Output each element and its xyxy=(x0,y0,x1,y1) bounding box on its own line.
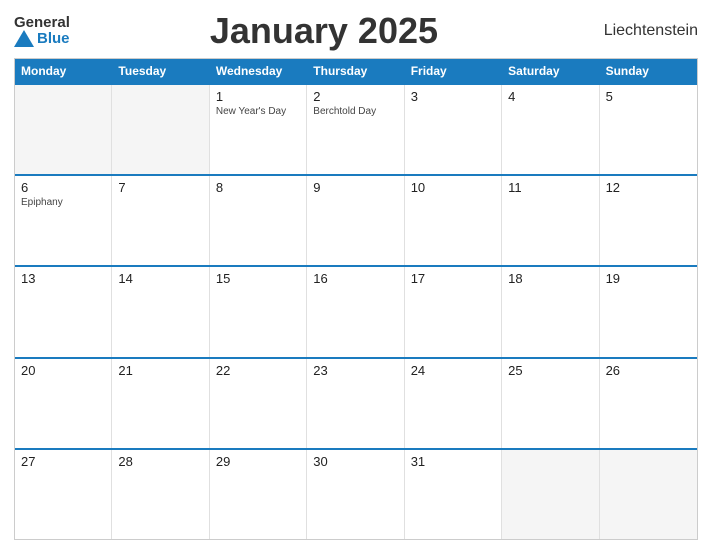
cal-cell: 1 New Year's Day xyxy=(210,85,307,174)
cal-week: 20 21 22 23 24 25 26 xyxy=(15,357,697,448)
day-number: 12 xyxy=(606,180,691,195)
day-number: 30 xyxy=(313,454,397,469)
cal-cell: 18 xyxy=(502,267,599,356)
cal-cell: 31 xyxy=(405,450,502,539)
cal-header-cell: Monday xyxy=(15,59,112,83)
cal-cell: 12 xyxy=(600,176,697,265)
day-number: 9 xyxy=(313,180,397,195)
day-event: Berchtold Day xyxy=(313,106,397,117)
calendar-header-row: MondayTuesdayWednesdayThursdayFridaySatu… xyxy=(15,59,697,83)
cal-header-cell: Friday xyxy=(405,59,502,83)
day-number: 4 xyxy=(508,89,592,104)
cal-cell: 15 xyxy=(210,267,307,356)
cal-cell: 16 xyxy=(307,267,404,356)
day-number: 6 xyxy=(21,180,105,195)
day-number: 15 xyxy=(216,271,300,286)
cal-cell: 30 xyxy=(307,450,404,539)
cal-cell: 27 xyxy=(15,450,112,539)
cal-cell xyxy=(112,85,209,174)
country-label: Liechtenstein xyxy=(578,22,698,40)
cal-cell xyxy=(502,450,599,539)
cal-cell: 14 xyxy=(112,267,209,356)
cal-header-cell: Thursday xyxy=(307,59,404,83)
cal-cell: 13 xyxy=(15,267,112,356)
day-number: 31 xyxy=(411,454,495,469)
day-number: 27 xyxy=(21,454,105,469)
cal-cell: 26 xyxy=(600,359,697,448)
cal-cell: 29 xyxy=(210,450,307,539)
day-number: 16 xyxy=(313,271,397,286)
cal-cell: 9 xyxy=(307,176,404,265)
cal-week: 13 14 15 16 17 18 19 xyxy=(15,265,697,356)
logo: General Blue xyxy=(14,15,70,47)
day-number: 1 xyxy=(216,89,300,104)
day-number: 2 xyxy=(313,89,397,104)
day-number: 13 xyxy=(21,271,105,286)
cal-cell: 25 xyxy=(502,359,599,448)
cal-cell: 3 xyxy=(405,85,502,174)
cal-header-cell: Sunday xyxy=(600,59,697,83)
day-number: 18 xyxy=(508,271,592,286)
cal-cell: 28 xyxy=(112,450,209,539)
cal-cell xyxy=(600,450,697,539)
day-number: 11 xyxy=(508,180,592,195)
day-number: 8 xyxy=(216,180,300,195)
day-number: 21 xyxy=(118,363,202,378)
day-number: 25 xyxy=(508,363,592,378)
calendar-body: 1 New Year's Day 2 Berchtold Day 345 6 Epiphan… xyxy=(15,83,697,539)
cal-cell: 6 Epiphany xyxy=(15,176,112,265)
day-number: 10 xyxy=(411,180,495,195)
cal-cell: 7 xyxy=(112,176,209,265)
day-number: 20 xyxy=(21,363,105,378)
cal-cell: 22 xyxy=(210,359,307,448)
cal-cell: 23 xyxy=(307,359,404,448)
calendar: MondayTuesdayWednesdayThursdayFridaySatu… xyxy=(14,58,698,540)
cal-cell: 19 xyxy=(600,267,697,356)
cal-cell: 10 xyxy=(405,176,502,265)
day-event: Epiphany xyxy=(21,197,105,208)
cal-cell: 5 xyxy=(600,85,697,174)
day-number: 23 xyxy=(313,363,397,378)
cal-cell: 17 xyxy=(405,267,502,356)
cal-header-cell: Tuesday xyxy=(112,59,209,83)
day-number: 14 xyxy=(118,271,202,286)
cal-header-cell: Wednesday xyxy=(210,59,307,83)
logo-blue-row: Blue xyxy=(14,30,70,47)
day-number: 5 xyxy=(606,89,691,104)
cal-week: 1 New Year's Day 2 Berchtold Day 345 xyxy=(15,83,697,174)
day-event: New Year's Day xyxy=(216,106,300,117)
day-number: 17 xyxy=(411,271,495,286)
logo-triangle-icon xyxy=(14,30,34,47)
day-number: 7 xyxy=(118,180,202,195)
cal-cell: 8 xyxy=(210,176,307,265)
calendar-title: January 2025 xyxy=(70,10,578,52)
cal-cell: 24 xyxy=(405,359,502,448)
cal-header-cell: Saturday xyxy=(502,59,599,83)
cal-week: 6 Epiphany 789 10 11 12 xyxy=(15,174,697,265)
day-number: 29 xyxy=(216,454,300,469)
day-number: 22 xyxy=(216,363,300,378)
cal-week: 27 28 29 30 31 xyxy=(15,448,697,539)
day-number: 26 xyxy=(606,363,691,378)
page: General Blue January 2025 Liechtenstein … xyxy=(0,0,712,550)
cal-cell: 2 Berchtold Day xyxy=(307,85,404,174)
logo-general-text: General xyxy=(14,15,70,30)
cal-cell: 11 xyxy=(502,176,599,265)
cal-cell: 21 xyxy=(112,359,209,448)
day-number: 3 xyxy=(411,89,495,104)
cal-cell: 4 xyxy=(502,85,599,174)
day-number: 28 xyxy=(118,454,202,469)
cal-cell: 20 xyxy=(15,359,112,448)
day-number: 24 xyxy=(411,363,495,378)
day-number: 19 xyxy=(606,271,691,286)
logo-blue-text: Blue xyxy=(37,31,70,46)
header: General Blue January 2025 Liechtenstein xyxy=(14,10,698,52)
cal-cell xyxy=(15,85,112,174)
